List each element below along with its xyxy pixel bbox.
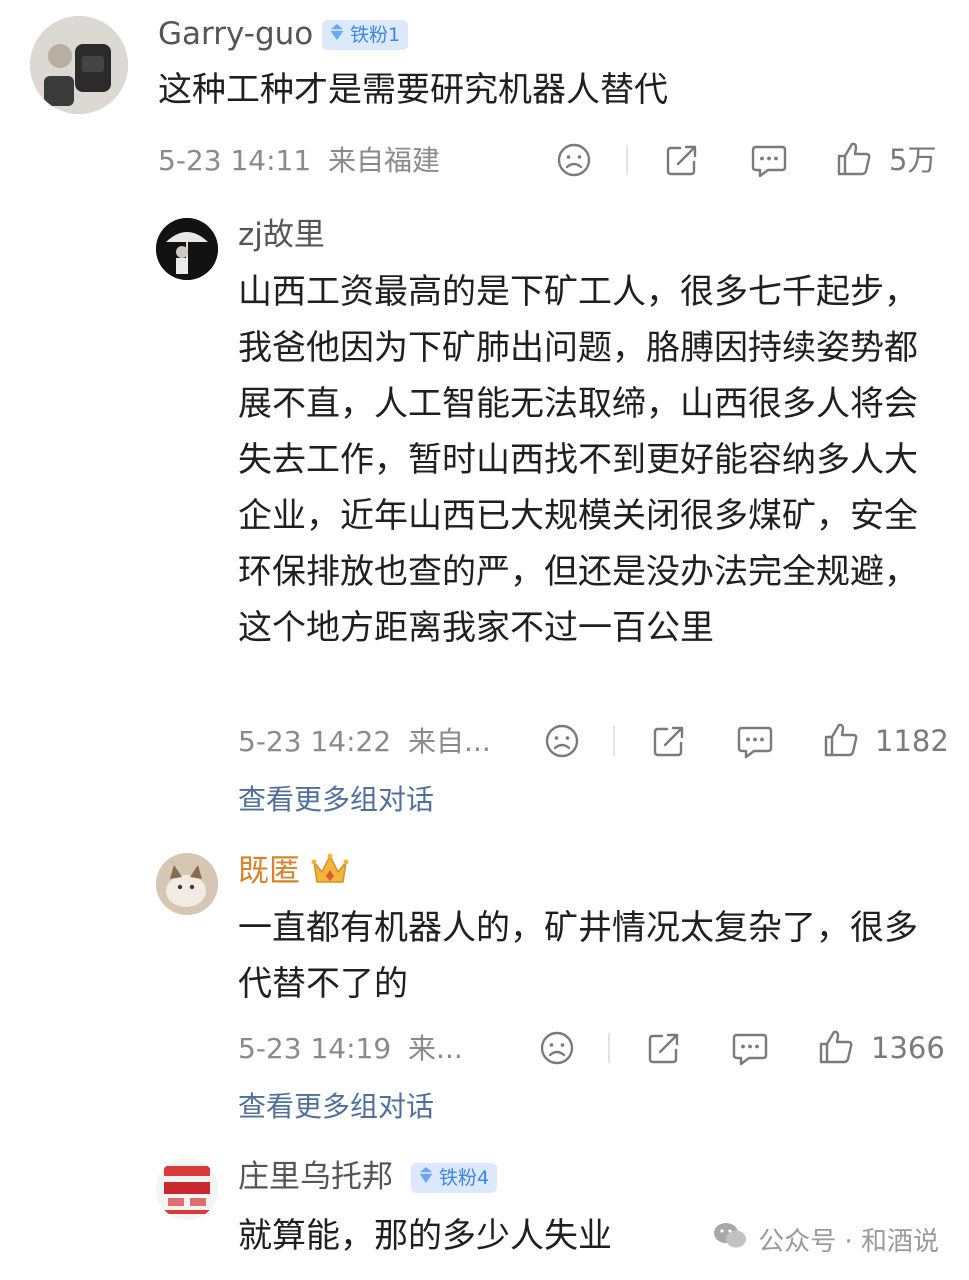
comment-meta: 5-23 14:22 来自... — [238, 728, 491, 756]
comment-time: 5-23 14:11 — [158, 144, 312, 177]
username[interactable]: 既匿 — [238, 856, 300, 887]
username[interactable]: 庄里乌托邦 — [238, 1162, 393, 1193]
like-count: 5万 — [889, 143, 937, 177]
comment-meta: 5-23 14:19 来... — [238, 1035, 463, 1063]
diamond-icon — [328, 20, 346, 50]
watermark-text: 公众号 · 和酒说 — [758, 1227, 939, 1257]
username[interactable]: zj故里 — [238, 220, 325, 251]
comment-text: 这种工种才是需要研究机器人替代 — [158, 70, 668, 110]
watermark: 公众号 · 和酒说 — [712, 1221, 939, 1258]
like-icon[interactable] — [822, 721, 860, 759]
avatar[interactable] — [156, 218, 218, 280]
view-more-link[interactable]: 查看更多组对话 — [238, 1093, 434, 1121]
share-icon[interactable] — [651, 723, 687, 759]
view-more-link[interactable]: 查看更多组对话 — [238, 786, 434, 814]
like-count: 1182 — [875, 724, 949, 758]
crown-icon — [310, 850, 350, 888]
comment-location: 来自... — [408, 725, 491, 758]
comment-text: 就算能，那的多少人失业 — [238, 1216, 612, 1256]
share-icon[interactable] — [664, 142, 700, 178]
comment-text: 一直都有机器人的，矿井情况太复杂了，很多代替不了的 — [238, 908, 918, 1004]
wechat-icon — [712, 1221, 748, 1258]
comment-time: 5-23 14:19 — [238, 1032, 392, 1065]
badge-label: 铁粉4 — [439, 1167, 490, 1189]
fan-badge: 铁粉1 — [322, 20, 409, 50]
diamond-icon — [417, 1163, 435, 1193]
comment-text: 山西工资最高的是下矿工人，很多七千起步，我爸他因为下矿肺出问题，胳膊因持续姿势都… — [238, 272, 918, 648]
comment-meta: 5-23 14:11 来自福建 — [158, 147, 440, 175]
dislike-icon[interactable] — [556, 142, 592, 178]
avatar[interactable] — [30, 16, 128, 114]
fan-badge: 铁粉4 — [411, 1163, 498, 1193]
share-icon[interactable] — [646, 1030, 682, 1066]
comment-location: 来... — [408, 1032, 463, 1065]
badge-label: 铁粉1 — [350, 24, 401, 46]
avatar[interactable] — [156, 1158, 218, 1220]
divider — [626, 145, 628, 175]
divider — [608, 1033, 610, 1063]
reply-icon[interactable] — [731, 1031, 769, 1067]
dislike-icon[interactable] — [539, 1030, 575, 1066]
reply-icon[interactable] — [736, 724, 774, 760]
comment-location: 来自福建 — [328, 144, 441, 177]
dislike-icon[interactable] — [544, 723, 580, 759]
like-count: 1366 — [871, 1031, 945, 1065]
comment-time: 5-23 14:22 — [238, 725, 392, 758]
like-icon[interactable] — [817, 1028, 855, 1066]
reply-icon[interactable] — [750, 143, 788, 179]
divider — [613, 726, 615, 756]
avatar[interactable] — [156, 853, 218, 915]
like-icon[interactable] — [835, 140, 873, 178]
username[interactable]: Garry-guo — [158, 19, 313, 50]
